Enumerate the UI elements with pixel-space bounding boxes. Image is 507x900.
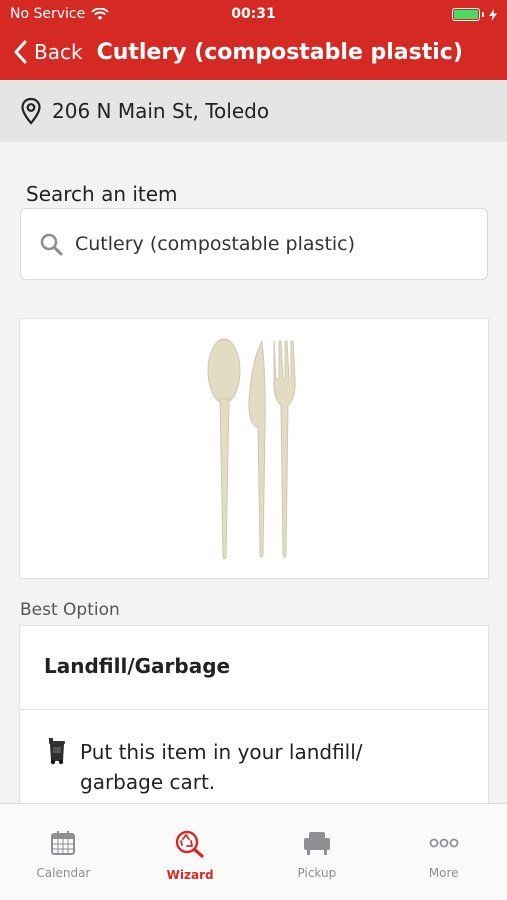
address-bar[interactable]: 206 N Main St, Toledo <box>0 80 507 142</box>
more-icon <box>429 838 459 848</box>
search-value: Cutlery (compostable plastic) <box>75 233 356 255</box>
battery-icon <box>452 8 497 21</box>
clock: 00:31 <box>231 6 276 22</box>
tab-label: Pickup <box>297 866 337 880</box>
cutlery-image <box>207 338 296 560</box>
tab-more[interactable]: More <box>380 804 507 900</box>
pickup-icon <box>303 832 330 855</box>
tab-wizard[interactable]: Wizard <box>127 804 254 900</box>
page-title: Cutlery (compostable plastic) <box>96 39 463 65</box>
disposal-instruction: Put this item in your landfill/ garbage … <box>48 737 420 797</box>
best-option-label: Best Option <box>20 600 120 620</box>
tab-label: Calendar <box>36 866 91 880</box>
location-pin-icon <box>21 97 41 125</box>
chevron-left-icon <box>14 40 27 64</box>
search-input[interactable]: Cutlery (compostable plastic) <box>20 208 488 280</box>
back-label: Back <box>34 40 83 64</box>
calendar-icon <box>51 831 76 855</box>
navigation-bar: Back Cutlery (compostable plastic) <box>0 34 507 70</box>
garbage-cart-icon <box>49 738 65 765</box>
address-text: 206 N Main St, Toledo <box>52 99 270 123</box>
option-title: Landfill/Garbage <box>44 654 231 678</box>
tab-label: More <box>428 866 459 880</box>
tab-pickup[interactable]: Pickup <box>254 804 381 900</box>
tab-label: Wizard <box>166 868 214 882</box>
back-button[interactable]: Back <box>14 40 83 64</box>
charging-icon <box>489 8 497 21</box>
search-icon <box>40 233 63 256</box>
best-option-card: Landfill/Garbage Put this item in your l… <box>19 625 489 825</box>
app-header: No Service 00:31 Back Cutlery (compostab… <box>0 0 507 80</box>
divider <box>20 709 488 710</box>
tab-calendar[interactable]: Calendar <box>0 804 127 900</box>
tab-bar: Calendar Wizard Pickup More <box>0 803 507 900</box>
search-label: Search an item <box>26 182 178 206</box>
instruction-text: Put this item in your landfill/ garbage … <box>80 740 363 794</box>
status-bar: No Service 00:31 <box>10 6 497 22</box>
wizard-icon <box>175 830 204 858</box>
item-image-card <box>19 318 489 579</box>
